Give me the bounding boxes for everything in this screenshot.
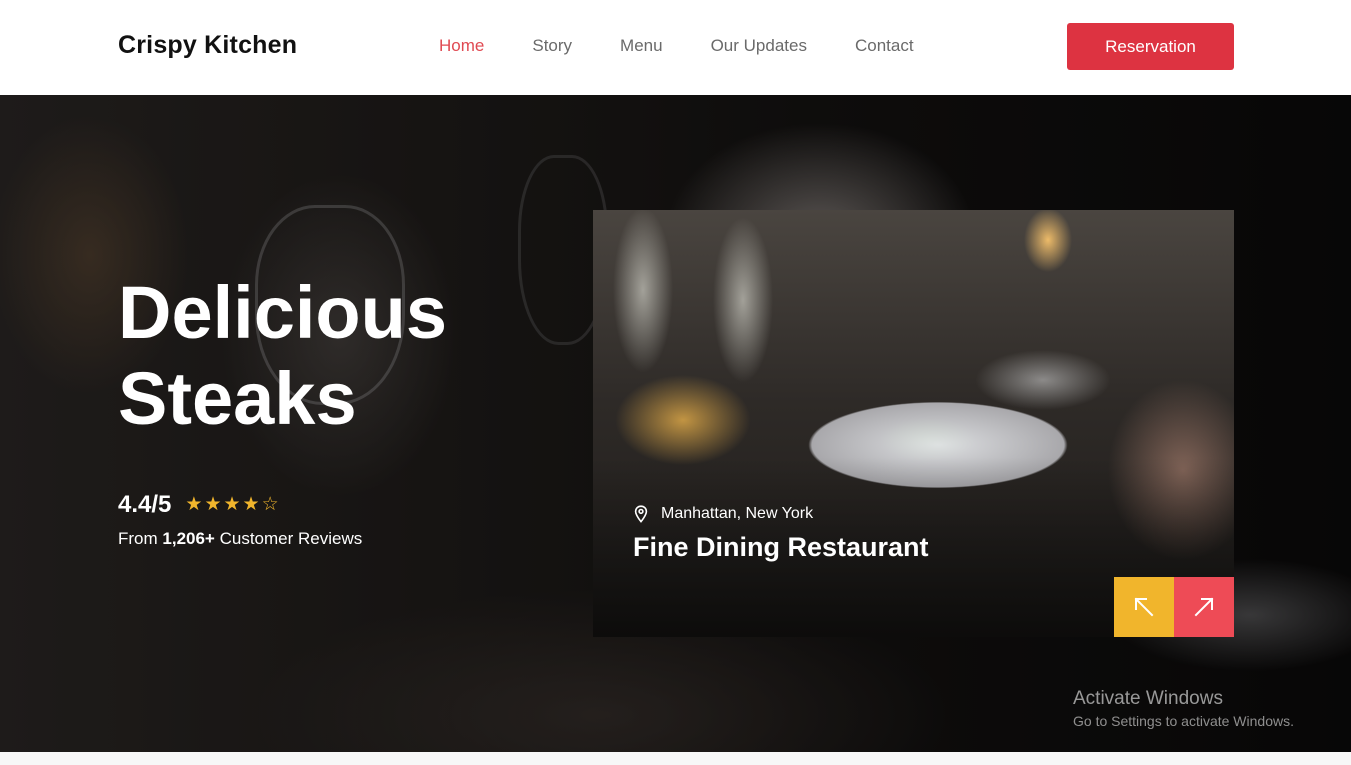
reviews-suffix: Customer Reviews: [214, 529, 363, 548]
location-pin-icon: [634, 505, 648, 523]
arrow-up-right-icon: [1194, 597, 1214, 617]
star-empty-icon: ☆: [261, 494, 279, 515]
page-bottom-strip: [0, 752, 1351, 765]
reviews-count: 1,206+: [162, 529, 215, 548]
nav-contact[interactable]: Contact: [855, 36, 914, 56]
rating-value: 4.4/5: [118, 491, 172, 518]
card-title: Fine Dining Restaurant: [633, 532, 929, 562]
rating-row: 4.4/5 ★ ★ ★ ★ ☆: [118, 491, 279, 519]
reservation-button[interactable]: Reservation: [1067, 23, 1234, 70]
brand-logo[interactable]: Crispy Kitchen: [118, 31, 297, 60]
nav-story[interactable]: Story: [532, 36, 572, 56]
activate-windows-subtitle: Go to Settings to activate Windows.: [1073, 713, 1294, 729]
hero-title-line1: Delicious: [118, 271, 447, 354]
arrow-up-left-icon: [1134, 597, 1154, 617]
card-location: Manhattan, New York: [633, 505, 813, 523]
hero-title: Delicious Steaks: [118, 270, 538, 442]
nav-our-updates[interactable]: Our Updates: [711, 36, 807, 56]
star-filled-icon: ★: [242, 494, 260, 515]
star-filled-icon: ★: [223, 494, 241, 515]
activate-windows-title: Activate Windows: [1073, 688, 1223, 709]
hero-title-line2: Steaks: [118, 357, 357, 440]
star-rating: ★ ★ ★ ★ ☆: [185, 495, 278, 515]
previous-button[interactable]: [1114, 577, 1174, 637]
nav-menu[interactable]: Menu: [620, 36, 663, 56]
reviews-text: From 1,206+ Customer Reviews: [118, 529, 362, 549]
main-nav: Home Story Menu Our Updates Contact: [439, 36, 962, 56]
reviews-prefix: From: [118, 529, 163, 548]
top-navbar: Crispy Kitchen Home Story Menu Our Updat…: [0, 0, 1351, 95]
next-button[interactable]: [1174, 577, 1234, 637]
location-text: Manhattan, New York: [661, 505, 814, 522]
star-filled-icon: ★: [185, 494, 203, 515]
star-filled-icon: ★: [204, 494, 222, 515]
nav-home[interactable]: Home: [439, 36, 484, 56]
restaurant-card[interactable]: Manhattan, New York Fine Dining Restaura…: [593, 210, 1234, 637]
